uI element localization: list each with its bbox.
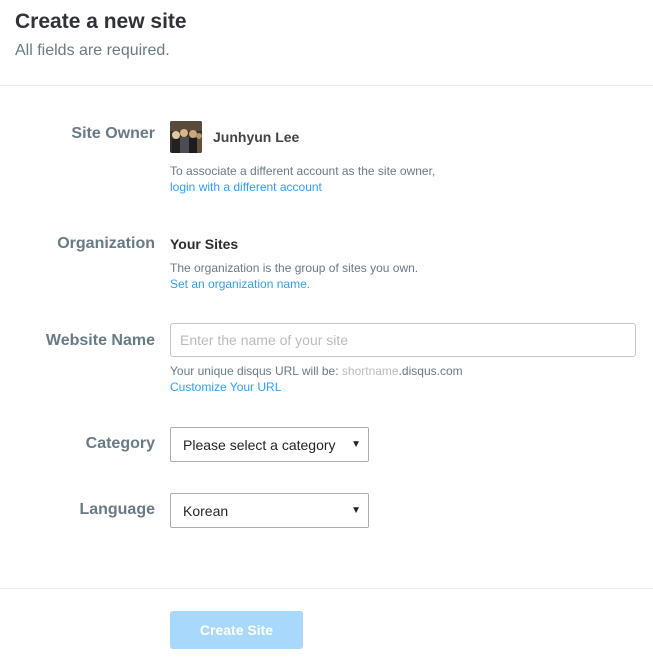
avatar bbox=[170, 121, 202, 153]
language-label: Language bbox=[79, 501, 155, 518]
language-selected-value: Korean bbox=[183, 502, 229, 519]
category-select[interactable]: Please select a category ▼ bbox=[170, 427, 369, 462]
category-label: Category bbox=[85, 435, 155, 452]
url-help: Your unique disqus URL will be: shortnam… bbox=[170, 363, 463, 379]
website-name-input[interactable] bbox=[170, 323, 636, 357]
create-site-button[interactable]: Create Site bbox=[170, 611, 303, 649]
site-owner-label: Site Owner bbox=[71, 125, 155, 142]
category-selected-value: Please select a category bbox=[183, 436, 336, 453]
website-name-help-section: Your unique disqus URL will be: shortnam… bbox=[170, 363, 463, 395]
owner-name: Junhyun Lee bbox=[213, 129, 300, 145]
language-select[interactable]: Korean ▼ bbox=[170, 493, 369, 528]
site-owner-section: Junhyun Lee To associate a different acc… bbox=[170, 121, 435, 195]
organization-help: The organization is the group of sites y… bbox=[170, 261, 419, 275]
page-subtitle: All fields are required. bbox=[15, 42, 170, 59]
organization-label: Organization bbox=[57, 235, 155, 252]
url-shortname: shortname bbox=[341, 364, 399, 378]
customize-url-link[interactable]: Customize Your URL bbox=[170, 379, 463, 395]
organization-section: Your Sites The organization is the group… bbox=[170, 236, 418, 292]
url-help-prefix: Your unique disqus URL will be: bbox=[170, 364, 342, 378]
dropdown-arrow-icon: ▼ bbox=[351, 439, 361, 450]
page-title: Create a new site bbox=[15, 10, 187, 33]
bottom-divider bbox=[0, 588, 653, 589]
website-name-label: Website Name bbox=[45, 332, 155, 349]
set-organization-name-link[interactable]: Set an organization name. bbox=[170, 276, 418, 292]
page-header: Create a new site All fields are require… bbox=[15, 8, 187, 62]
site-owner-help: To associate a different account as the … bbox=[170, 164, 436, 178]
dropdown-arrow-icon: ▼ bbox=[351, 505, 361, 516]
different-account-link[interactable]: login with a different account bbox=[170, 179, 435, 195]
url-suffix: .disqus.com bbox=[398, 364, 463, 378]
top-divider bbox=[0, 85, 653, 86]
organization-value: Your Sites bbox=[170, 236, 239, 252]
